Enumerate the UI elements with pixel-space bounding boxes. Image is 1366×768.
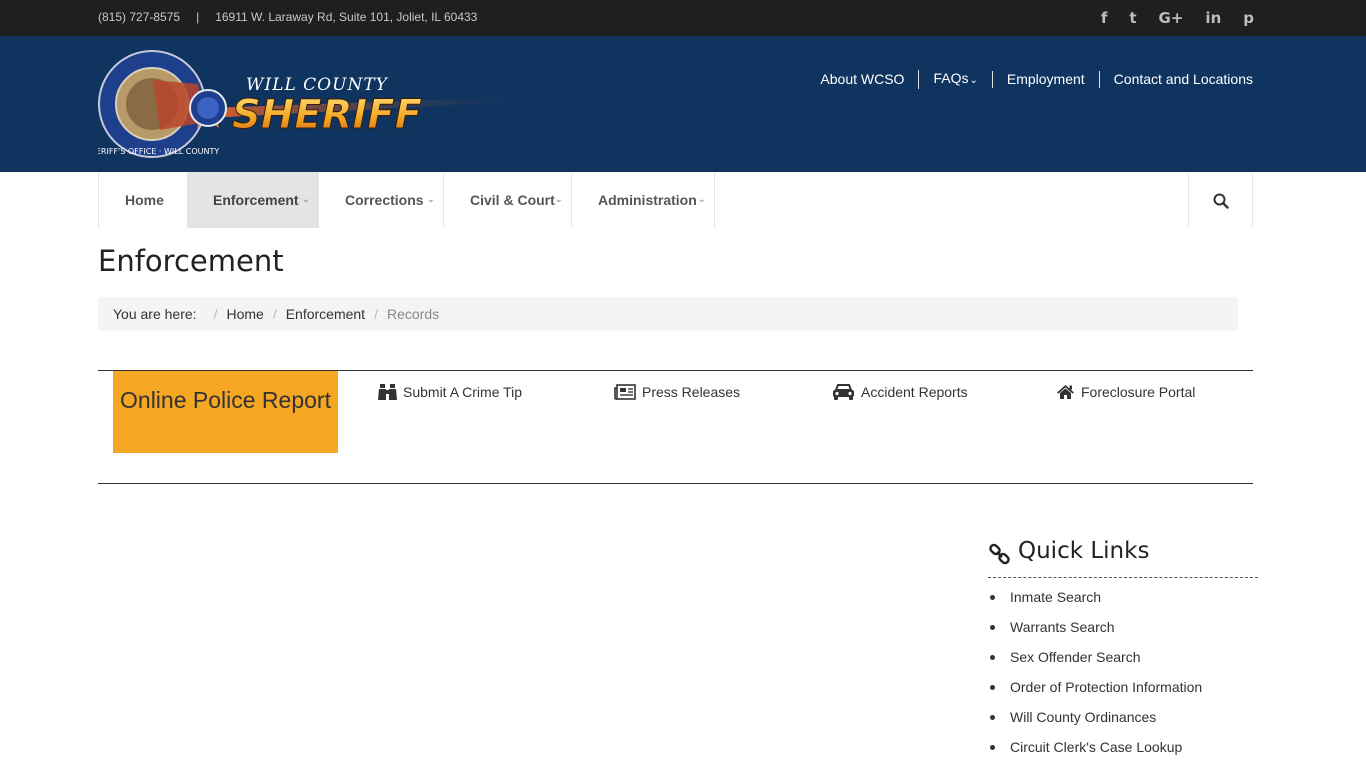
accident-reports-link[interactable]: Accident Reports (832, 382, 968, 402)
logo-badge-text: SHERIFF'S OFFICE · WILL COUNTY (98, 147, 219, 156)
breadcrumb: You are here: / Home / Enforcement / Records (98, 297, 1238, 331)
online-police-report-button[interactable]: Online Police Report (113, 371, 338, 453)
chevron-down-icon: ⌄ (697, 194, 706, 205)
breadcrumb-current: Records (386, 306, 440, 322)
top-bar: (815) 727-8575 | 16911 W. Laraway Rd, Suit… (0, 0, 1366, 36)
tab-enforcement-label: Enforcement (213, 192, 299, 208)
quick-links-list: Inmate Search Warrants Search Sex Offend… (990, 586, 1202, 766)
binoculars-icon (378, 384, 397, 400)
contact-info: (815) 727-8575 | 16911 W. Laraway Rd, Suit… (98, 0, 477, 36)
tab-civil-court[interactable]: Civil & Court ⌄ (443, 172, 571, 228)
accident-reports-label: Accident Reports (861, 384, 968, 400)
nav-contact-label: Contact and Locations (1113, 71, 1253, 87)
twitter-icon[interactable]: t (1129, 9, 1136, 27)
header-nav: About WCSO FAQs⌄ Employment Contact and … (806, 70, 1253, 89)
google-plus-icon[interactable]: G+ (1159, 9, 1184, 27)
phone-number[interactable]: (815) 727-8575 (98, 10, 180, 24)
search-icon (1213, 193, 1229, 209)
quick-links-heading: Quick Links (988, 537, 1258, 578)
facebook-icon[interactable]: f (1101, 9, 1108, 27)
page-title: Enforcement (98, 244, 284, 278)
home-icon (1057, 385, 1074, 399)
tab-home[interactable]: Home (98, 172, 187, 228)
car-icon (833, 384, 854, 400)
address: 16911 W. Laraway Rd, Suite 101, Joliet, … (215, 10, 478, 24)
breadcrumb-separator: / (374, 306, 378, 322)
tab-home-label: Home (125, 192, 164, 208)
nav-employment[interactable]: Employment (991, 71, 1099, 88)
chevron-down-icon: ⌄ (426, 194, 435, 205)
quick-link-case-lookup[interactable]: Circuit Clerk's Case Lookup (990, 736, 1202, 766)
chevron-down-icon: ⌄ (301, 194, 310, 205)
tab-corrections-label: Corrections (345, 192, 424, 208)
breadcrumb-home[interactable]: Home (226, 306, 263, 322)
press-releases-link[interactable]: Press Releases (614, 382, 740, 402)
tab-administration-label: Administration (598, 192, 697, 208)
quick-link-sex-offender-search[interactable]: Sex Offender Search (990, 646, 1202, 676)
nav-employment-label: Employment (1006, 71, 1085, 87)
foreclosure-portal-link[interactable]: Foreclosure Portal (1056, 382, 1195, 402)
foreclosure-portal-label: Foreclosure Portal (1081, 384, 1196, 400)
quick-link-inmate-search[interactable]: Inmate Search (990, 586, 1202, 616)
quick-link-order-of-protection[interactable]: Order of Protection Information (990, 676, 1202, 706)
pinterest-icon[interactable]: p (1243, 9, 1254, 27)
tab-corrections[interactable]: Corrections ⌄ (318, 172, 443, 228)
newspaper-icon (614, 384, 636, 400)
social-links: f t G+ in p (1101, 0, 1254, 36)
chevron-down-icon: ⌄ (554, 194, 563, 205)
linkedin-icon[interactable]: in (1205, 9, 1221, 27)
site-header: SHERIFF'S OFFICE · WILL COUNTY WILL COUN… (0, 36, 1366, 172)
search-button[interactable] (1188, 172, 1253, 228)
breadcrumb-enforcement[interactable]: Enforcement (286, 306, 365, 322)
submit-crime-tip-label: Submit A Crime Tip (403, 384, 523, 400)
tab-civil-court-label: Civil & Court (470, 192, 555, 208)
chevron-down-icon: ⌄ (969, 75, 978, 86)
nav-about-wcso[interactable]: About WCSO (806, 71, 918, 88)
nav-contact-locations[interactable]: Contact and Locations (1098, 71, 1253, 88)
breadcrumb-separator: / (213, 306, 218, 322)
sheriff-logo[interactable]: SHERIFF'S OFFICE · WILL COUNTY WILL COUN… (98, 50, 548, 160)
breadcrumb-separator: / (272, 306, 277, 322)
press-releases-label: Press Releases (642, 384, 741, 400)
logo-sheriff-text: SHERIFF (232, 92, 422, 138)
nav-about-wcso-label: About WCSO (820, 71, 905, 87)
nav-faqs-label: FAQs (933, 70, 969, 86)
main-nav: Home Enforcement ⌄ Corrections ⌄ Civil &… (98, 172, 1253, 228)
nav-faqs[interactable]: FAQs⌄ (918, 70, 991, 89)
quick-actions: Online Police Report Submit A Crime Tip … (98, 370, 1253, 484)
link-icon (989, 543, 1010, 565)
quick-link-county-ordinances[interactable]: Will County Ordinances (990, 706, 1202, 736)
contact-separator: | (196, 10, 200, 24)
tab-administration[interactable]: Administration ⌄ (571, 172, 715, 228)
submit-crime-tip-link[interactable]: Submit A Crime Tip (378, 382, 522, 402)
tab-enforcement[interactable]: Enforcement ⌄ (187, 172, 318, 228)
quick-link-warrants-search[interactable]: Warrants Search (990, 616, 1202, 646)
quick-links-title: Quick Links (1018, 538, 1150, 564)
breadcrumb-prefix: You are here: (113, 306, 197, 322)
